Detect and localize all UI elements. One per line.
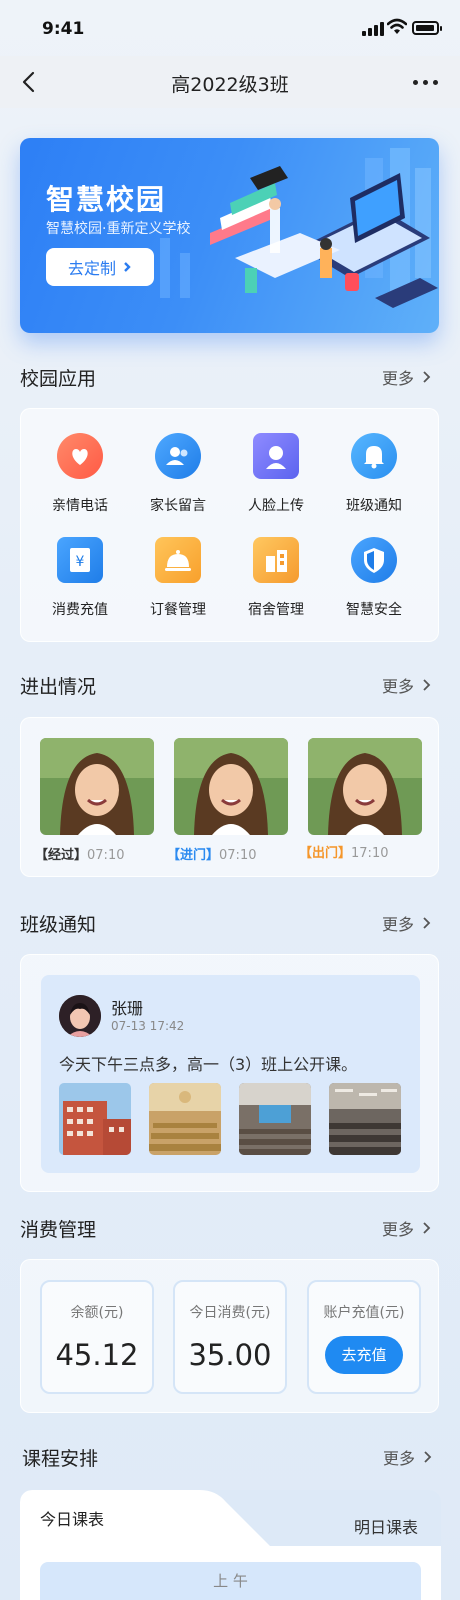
app-recharge[interactable]: ¥ 消费充值 xyxy=(35,537,125,619)
access-record-caption: 【进门】07:10 xyxy=(167,844,256,863)
app-label: 班级通知 xyxy=(346,498,402,514)
chevron-right-icon xyxy=(423,371,431,383)
access-record-caption: 【出门】17:10 xyxy=(299,842,388,861)
recharge-label: 账户充值(元) xyxy=(323,1305,405,1321)
app-label: 消费充值 xyxy=(52,602,108,618)
notice-card: 张珊 07-13 17:42 今天下午三点多，高一（3）班上公开课。 xyxy=(20,954,439,1192)
access-photo[interactable] xyxy=(308,738,422,835)
heart-phone-icon xyxy=(57,433,103,479)
today-consume-value: 35.00 xyxy=(188,1338,272,1372)
access-photo[interactable] xyxy=(40,738,154,835)
more-label: 更多 xyxy=(382,369,415,388)
app-label: 订餐管理 xyxy=(150,602,206,618)
more-label: 更多 xyxy=(382,1220,415,1239)
nav-bar: 高2022级3班 xyxy=(0,56,460,108)
access-photo[interactable] xyxy=(174,738,288,835)
today-consume-box: 今日消费(元) 35.00 xyxy=(173,1280,287,1394)
access-card: 【经过】07:10 【进门】07:10 【出门】17:10 xyxy=(20,717,439,877)
access-tag: 【出门】 xyxy=(299,846,352,861)
access-more-link[interactable]: 更多 xyxy=(382,673,432,697)
campus-apps-title: 校园应用 xyxy=(20,368,97,390)
notice-image[interactable] xyxy=(149,1083,221,1155)
customize-button-label: 去定制 xyxy=(67,259,116,278)
campus-apps-more-link[interactable]: 更多 xyxy=(382,365,432,389)
yuan-recharge-icon: ¥ xyxy=(57,537,103,583)
app-parent-message[interactable]: 家长留言 xyxy=(133,433,223,515)
tab-tomorrow[interactable]: 明日课表 xyxy=(354,1514,418,1538)
notice-image[interactable] xyxy=(329,1083,401,1155)
status-bar: 9:41 xyxy=(0,0,460,56)
app-face-upload[interactable]: 人脸上传 xyxy=(231,433,321,515)
notice-item[interactable]: 张珊 07-13 17:42 今天下午三点多，高一（3）班上公开课。 xyxy=(41,975,420,1173)
chevron-right-icon xyxy=(424,1451,432,1463)
notice-more-link[interactable]: 更多 xyxy=(382,911,432,935)
access-time: 07:10 xyxy=(87,848,125,863)
balance-box: 余额(元) 45.12 xyxy=(40,1280,154,1394)
bell-icon xyxy=(351,433,397,479)
dining-cloche-icon xyxy=(155,537,201,583)
more-label: 更多 xyxy=(382,677,415,696)
signal-icon xyxy=(362,22,384,36)
access-tag: 【进门】 xyxy=(167,848,220,863)
parent-message-icon xyxy=(155,433,201,479)
balance-value: 45.12 xyxy=(55,1338,139,1372)
status-time: 9:41 xyxy=(42,19,85,39)
notice-content: 今天下午三点多，高一（3）班上公开课。 xyxy=(59,1055,358,1074)
app-label: 家长留言 xyxy=(150,498,206,514)
app-class-notice[interactable]: 班级通知 xyxy=(329,433,419,515)
consume-more-link[interactable]: 更多 xyxy=(382,1216,432,1240)
face-upload-icon xyxy=(253,433,299,479)
dormitory-icon xyxy=(253,537,299,583)
banner-subtitle: 智慧校园·重新定义学校 xyxy=(46,221,191,237)
campus-apps-card: 亲情电话 家长留言 人脸上传 班级通知 ¥ 消费充值 订餐管理 宿舍管理 智慧安… xyxy=(20,408,439,642)
period-morning: 上 午 xyxy=(40,1562,421,1600)
access-time: 17:10 xyxy=(351,846,389,861)
wifi-icon xyxy=(387,18,407,34)
notice-author: 张珊 xyxy=(111,999,144,1018)
access-time: 07:10 xyxy=(219,848,257,863)
notice-title: 班级通知 xyxy=(20,914,97,936)
battery-icon xyxy=(412,21,442,35)
chevron-right-icon xyxy=(423,917,431,929)
balance-label: 余额(元) xyxy=(70,1305,124,1321)
access-tag: 【经过】 xyxy=(35,848,88,863)
smart-campus-banner[interactable]: 智慧校园 智慧校园·重新定义学校 去定制 xyxy=(20,138,439,333)
app-smart-security[interactable]: 智慧安全 xyxy=(329,537,419,619)
page-title: 高2022级3班 xyxy=(171,74,289,96)
chevron-right-icon xyxy=(423,679,431,691)
notice-image[interactable] xyxy=(59,1083,131,1155)
schedule-card: 今日课表 明日课表 上 午 xyxy=(20,1490,441,1600)
app-label: 亲情电话 xyxy=(52,498,108,514)
notice-time: 07-13 17:42 xyxy=(111,1019,185,1033)
consume-title: 消费管理 xyxy=(20,1219,97,1241)
notice-image[interactable] xyxy=(239,1083,311,1155)
avatar xyxy=(59,995,101,1037)
access-title: 进出情况 xyxy=(20,676,97,698)
schedule-more-link[interactable]: 更多 xyxy=(383,1445,433,1469)
app-family-phone[interactable]: 亲情电话 xyxy=(35,433,125,515)
app-dormitory[interactable]: 宿舍管理 xyxy=(231,537,321,619)
banner-title: 智慧校园 xyxy=(46,183,167,216)
tab-today[interactable]: 今日课表 xyxy=(40,1506,104,1530)
recharge-button[interactable]: 去充值 xyxy=(325,1336,403,1374)
consume-card: 余额(元) 45.12 今日消费(元) 35.00 账户充值(元) 去充值 xyxy=(20,1259,439,1413)
more-label: 更多 xyxy=(382,915,415,934)
chevron-right-icon xyxy=(124,262,131,272)
more-label: 更多 xyxy=(383,1449,416,1468)
schedule-title: 课程安排 xyxy=(22,1448,99,1470)
recharge-box: 账户充值(元) 去充值 xyxy=(307,1280,421,1394)
app-dining[interactable]: 订餐管理 xyxy=(133,537,223,619)
svg-text:¥: ¥ xyxy=(76,554,85,570)
app-label: 人脸上传 xyxy=(248,498,304,514)
customize-button[interactable]: 去定制 xyxy=(46,248,154,286)
app-label: 智慧安全 xyxy=(346,602,402,618)
app-label: 宿舍管理 xyxy=(248,602,304,618)
chevron-right-icon xyxy=(423,1222,431,1234)
more-options-icon[interactable] xyxy=(413,80,439,86)
shield-icon xyxy=(351,537,397,583)
access-record-caption: 【经过】07:10 xyxy=(35,844,124,863)
today-consume-label: 今日消费(元) xyxy=(189,1305,271,1321)
